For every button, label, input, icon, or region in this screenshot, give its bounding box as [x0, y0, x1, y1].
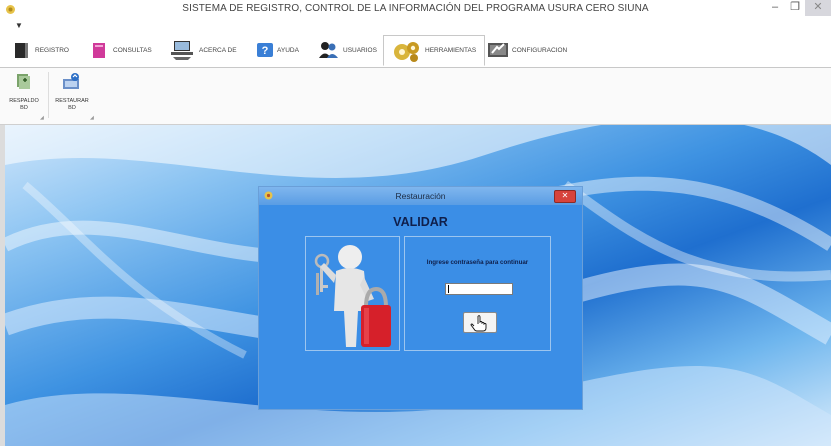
- tab-configuracion[interactable]: CONFIGURACION: [487, 35, 567, 65]
- dialog-title: Restauración: [395, 191, 446, 201]
- dialog-close-button[interactable]: ✕: [554, 190, 576, 203]
- restaurar-bd-button[interactable]: RESTAURAR BD: [50, 71, 94, 119]
- tab-label: CONSULTAS: [113, 46, 152, 54]
- ribbon-tabs: REGISTRO CONSULTAS ACERCA DE ? AYUDA USU…: [0, 33, 831, 68]
- dialog-title-bar: Restauración ✕: [259, 187, 582, 205]
- tab-label: REGISTRO: [35, 46, 69, 54]
- tab-ayuda[interactable]: ? AYUDA: [256, 35, 299, 65]
- validate-button[interactable]: [463, 312, 497, 333]
- title-bar: SISTEMA DE REGISTRO, CONTROL DE LA INFOR…: [0, 0, 831, 20]
- help-icon: ?: [257, 43, 273, 57]
- close-button[interactable]: ✕: [805, 0, 831, 16]
- respaldo-bd-button[interactable]: RESPALDO BD: [2, 71, 46, 119]
- svg-text:?: ?: [262, 45, 269, 57]
- restore-button[interactable]: ❐: [785, 0, 805, 16]
- group-expander-icon[interactable]: ◢: [90, 115, 94, 121]
- minimize-button[interactable]: –: [765, 0, 785, 16]
- book-icon: [93, 43, 105, 58]
- password-prompt: Ingrese contraseña para continuar: [426, 259, 529, 266]
- respaldo-bd-label: RESPALDO BD: [9, 98, 39, 111]
- tab-acerca-de[interactable]: ACERCA DE: [170, 35, 237, 65]
- text-caret: [448, 285, 449, 293]
- quick-access-toolbar: ▼: [0, 19, 831, 33]
- tab-label: USUARIOS: [343, 46, 377, 54]
- password-input[interactable]: [445, 283, 513, 295]
- config-icon: [488, 43, 508, 57]
- door-icon: [15, 43, 28, 58]
- dialog-body: VALIDAR Ingrese contraseña para continua…: [263, 205, 578, 405]
- tab-consultas[interactable]: CONSULTAS: [90, 35, 152, 65]
- restaurar-bd-label: RESTAURAR BD: [55, 98, 89, 111]
- laptop-icon: [171, 41, 193, 60]
- dialog-heading: VALIDAR: [393, 215, 448, 229]
- restore-dialog: Restauración ✕ VALIDAR Ingrese contraseñ…: [258, 186, 583, 410]
- backup-icon: [17, 74, 30, 89]
- ribbon-separator: [48, 72, 49, 118]
- illustration-panel: [305, 236, 400, 351]
- tab-label: AYUDA: [277, 46, 299, 54]
- person-with-key-and-lock-icon: [314, 245, 391, 347]
- tab-registro[interactable]: REGISTRO: [12, 35, 69, 65]
- tab-label: CONFIGURACION: [512, 46, 568, 54]
- tab-usuarios[interactable]: USUARIOS: [318, 35, 377, 65]
- restore-icon: [63, 73, 79, 89]
- qat-dropdown-icon[interactable]: ▼: [15, 21, 23, 30]
- password-panel: Ingrese contraseña para continuar: [404, 236, 551, 351]
- window-controls: – ❐ ✕: [765, 0, 831, 16]
- ribbon-panel: RESPALDO BD ◢ RESTAURAR BD ◢: [0, 68, 831, 125]
- hand-pointer-icon: [470, 315, 487, 332]
- tab-label: ACERCA DE: [199, 46, 237, 54]
- users-icon: [319, 42, 338, 58]
- tab-herramientas[interactable]: HERRAMIENTAS: [383, 35, 486, 66]
- group-expander-icon[interactable]: ◢: [40, 115, 44, 121]
- gears-icon: [394, 41, 419, 62]
- tab-label: HERRAMIENTAS: [425, 47, 477, 54]
- window-title: SISTEMA DE REGISTRO, CONTROL DE LA INFOR…: [182, 3, 649, 14]
